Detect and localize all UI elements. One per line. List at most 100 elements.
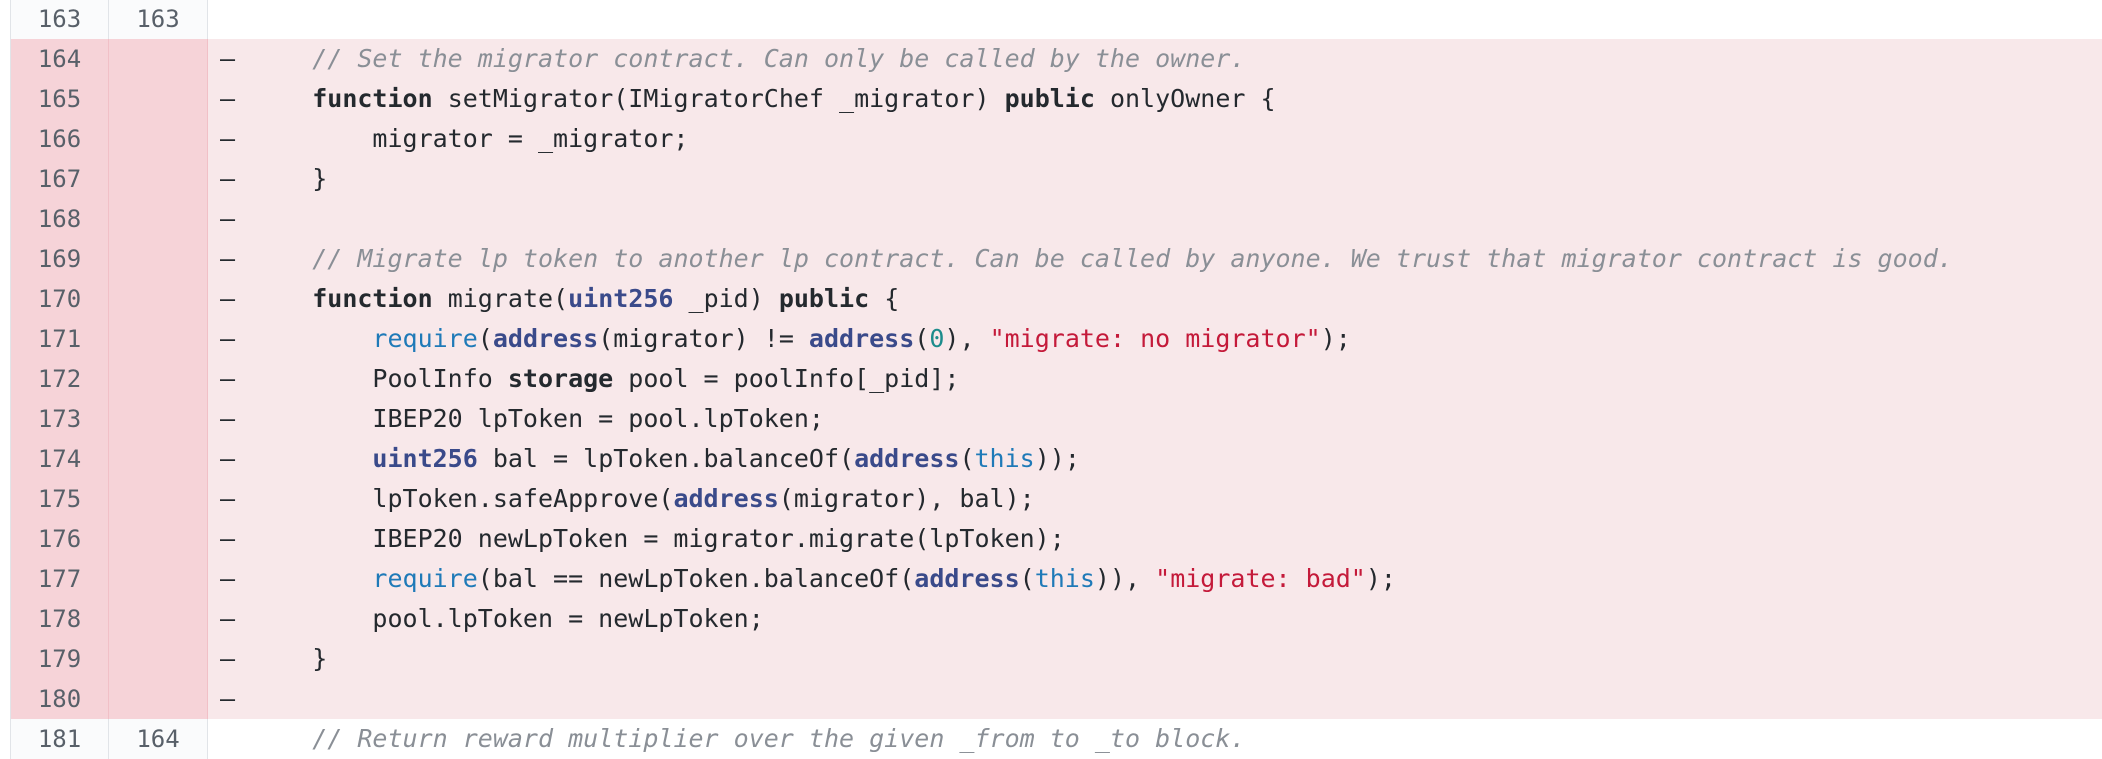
old-line-number[interactable]: 175 <box>11 479 109 519</box>
code-token: ); <box>1365 564 1396 593</box>
code-token: "migrate: bad" <box>1155 564 1366 593</box>
diff-row-deleted: 173 – IBEP20 lpToken = pool.lpToken; <box>11 399 2102 439</box>
new-line-number[interactable] <box>109 239 208 279</box>
code-token: storage <box>507 364 614 393</box>
old-line-number[interactable]: 180 <box>11 679 109 719</box>
code-token: // Set the migrator contract. Can only b… <box>312 44 1246 73</box>
old-line-number[interactable]: 167 <box>11 159 109 199</box>
code-token: bal = lpToken.balanceOf( <box>477 444 855 473</box>
code-token: require <box>372 564 478 593</box>
old-line-number[interactable]: 174 <box>11 439 109 479</box>
code-token: IBEP20 newLpToken = migrator.migrate(lpT… <box>252 524 1065 553</box>
diff-row-deleted: 174 – uint256 bal = lpToken.balanceOf(add… <box>11 439 2102 479</box>
diff-row-deleted: 176 – IBEP20 newLpToken = migrator.migrat… <box>11 519 2102 559</box>
deletion-marker: – <box>220 84 236 113</box>
code-token: )), <box>1094 564 1156 593</box>
code-token: address <box>854 444 960 473</box>
code-line: – IBEP20 newLpToken = migrator.migrate(l… <box>208 519 2102 559</box>
old-line-number[interactable]: 166 <box>11 119 109 159</box>
old-line-number[interactable]: 163 <box>11 0 109 39</box>
new-line-number[interactable] <box>109 279 208 319</box>
old-line-number[interactable]: 169 <box>11 239 109 279</box>
code-token: _pid) <box>673 284 779 313</box>
deletion-marker: – <box>220 404 236 433</box>
old-line-number[interactable]: 178 <box>11 599 109 639</box>
deletion-marker: – <box>220 124 236 153</box>
diff-row-deleted: 167 – } <box>11 159 2102 199</box>
old-line-number[interactable]: 177 <box>11 559 109 599</box>
new-line-number[interactable] <box>109 519 208 559</box>
code-token: lpToken.safeApprove( <box>252 484 674 513</box>
old-line-number[interactable]: 171 <box>11 319 109 359</box>
code-token: ( <box>959 444 975 473</box>
diff-row-deleted: 172 – PoolInfo storage pool = poolInfo[_p… <box>11 359 2102 399</box>
new-line-number[interactable] <box>109 79 208 119</box>
old-line-number[interactable]: 172 <box>11 359 109 399</box>
code-line <box>208 0 2102 39</box>
code-token: address <box>673 484 779 513</box>
old-line-number[interactable]: 179 <box>11 639 109 679</box>
new-line-number[interactable] <box>109 559 208 599</box>
old-line-number[interactable]: 181 <box>11 719 109 759</box>
old-line-number[interactable]: 164 <box>11 39 109 79</box>
code-token: setMigrator(IMigratorChef _migrator) <box>432 84 1005 113</box>
new-line-number[interactable]: 164 <box>109 719 208 759</box>
diff-table: 163 163 164– // Set the migrator contract… <box>10 0 2102 759</box>
code-token: { <box>869 284 900 313</box>
deletion-marker: – <box>220 244 236 273</box>
old-line-number[interactable]: 176 <box>11 519 109 559</box>
code-token: ( <box>477 324 493 353</box>
code-token: this <box>974 444 1035 473</box>
deletion-marker: – <box>220 44 236 73</box>
new-line-number[interactable] <box>109 319 208 359</box>
code-token: address <box>808 324 915 353</box>
code-token: migrator = _migrator; <box>252 124 689 153</box>
code-line: – uint256 bal = lpToken.balanceOf(addres… <box>208 439 2102 479</box>
new-line-number[interactable] <box>109 479 208 519</box>
new-line-number[interactable] <box>109 39 208 79</box>
new-line-number[interactable]: 163 <box>109 0 208 39</box>
new-line-number[interactable] <box>109 599 208 639</box>
code-token: address <box>914 564 1020 593</box>
code-line: – IBEP20 lpToken = pool.lpToken; <box>208 399 2102 439</box>
code-line: – lpToken.safeApprove(address(migrator),… <box>208 479 2102 519</box>
deletion-marker: – <box>220 684 236 713</box>
new-line-number[interactable] <box>109 639 208 679</box>
old-line-number[interactable]: 168 <box>11 199 109 239</box>
code-token: onlyOwner { <box>1094 84 1276 113</box>
code-line: – migrator = _migrator; <box>208 119 2102 159</box>
new-line-number[interactable] <box>109 119 208 159</box>
new-line-number[interactable] <box>109 399 208 439</box>
context-marker <box>220 0 252 39</box>
diff-row-deleted: 168 – <box>11 199 2102 239</box>
new-line-number[interactable] <box>109 439 208 479</box>
new-line-number[interactable] <box>109 199 208 239</box>
old-line-number[interactable]: 170 <box>11 279 109 319</box>
code-token: pool = poolInfo[_pid]; <box>613 364 960 393</box>
diff-row-context: 163 163 <box>11 0 2102 39</box>
new-line-number[interactable] <box>109 679 208 719</box>
code-token: function <box>312 84 433 113</box>
deletion-marker: – <box>220 324 236 353</box>
code-token: IBEP20 lpToken = pool.lpToken; <box>252 404 824 433</box>
new-line-number[interactable] <box>109 359 208 399</box>
code-token: ); <box>1320 324 1351 353</box>
diff-row-deleted: 170 – function migrate(uint256 _pid) publ… <box>11 279 2102 319</box>
code-line: – } <box>208 159 2102 199</box>
old-line-number[interactable]: 173 <box>11 399 109 439</box>
code-token: (bal == newLpToken.balanceOf( <box>477 564 915 593</box>
code-line: – // Migrate lp token to another lp cont… <box>208 239 2102 279</box>
code-token: uint256 <box>568 284 674 313</box>
code-line: – } <box>208 639 2102 679</box>
new-line-number[interactable] <box>109 159 208 199</box>
deletion-marker: – <box>220 164 236 193</box>
old-line-number[interactable]: 165 <box>11 79 109 119</box>
deletion-marker: – <box>220 444 236 473</box>
